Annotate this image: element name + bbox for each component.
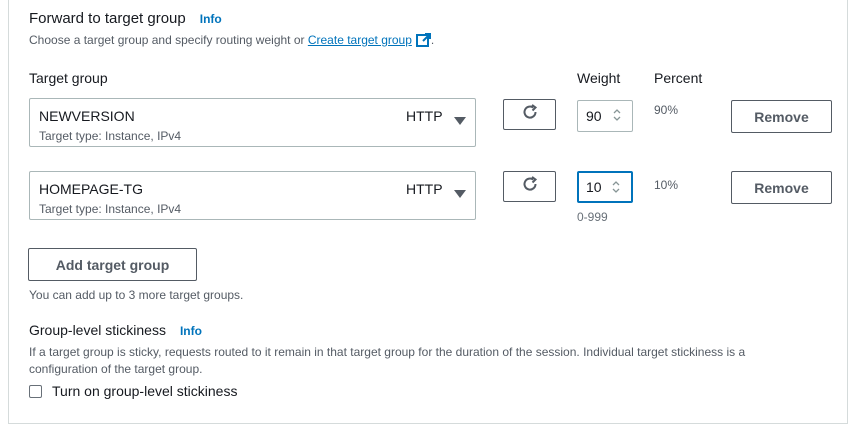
percent-value: 10%: [654, 178, 679, 192]
spinner-icon[interactable]: [611, 179, 621, 195]
target-group-select[interactable]: NEWVERSION Target type: Instance, IPv4 H…: [29, 98, 476, 147]
target-group-type: Target type: Instance, IPv4: [39, 202, 182, 216]
weight-input[interactable]: 90: [577, 100, 633, 132]
spinner-icon[interactable]: [612, 107, 622, 123]
column-target-group: Target group: [29, 70, 108, 86]
remove-button[interactable]: Remove: [731, 171, 832, 204]
target-group-name: HOMEPAGE-TG: [39, 181, 143, 197]
stickiness-info-link[interactable]: Info: [180, 324, 202, 338]
stickiness-title: Group-level stickiness: [29, 322, 166, 338]
forward-info-link[interactable]: Info: [200, 12, 222, 26]
create-target-group-link-label: Create target group: [307, 33, 412, 47]
weight-value: 10: [586, 179, 602, 195]
forward-description-text: Choose a target group and specify routin…: [29, 33, 308, 47]
caret-down-icon: [454, 117, 466, 125]
stickiness-checkbox-label[interactable]: Turn on group-level stickiness: [52, 383, 237, 399]
weight-input[interactable]: 10: [577, 171, 633, 203]
target-group-name: NEWVERSION: [39, 108, 135, 124]
stickiness-description-line1: If a target group is sticky, requests ro…: [29, 345, 746, 359]
forward-title: Forward to target group: [29, 10, 186, 27]
stickiness-header: Group-level stickiness Info: [29, 322, 202, 338]
refresh-button[interactable]: [503, 171, 556, 202]
weight-value: 90: [586, 108, 602, 124]
refresh-button[interactable]: [503, 99, 556, 130]
stickiness-description: If a target group is sticky, requests ro…: [29, 344, 834, 378]
refresh-icon: [521, 103, 539, 126]
add-target-group-button[interactable]: Add target group: [28, 248, 197, 281]
stickiness-checkbox[interactable]: [29, 385, 42, 398]
target-group-protocol: HTTP: [406, 108, 443, 124]
external-link-icon[interactable]: [415, 33, 431, 50]
target-group-protocol: HTTP: [406, 181, 443, 197]
stickiness-description-line2: configuration of the target group.: [29, 362, 203, 376]
weight-range-hint: 0-999: [577, 210, 608, 224]
forward-description-end: .: [430, 33, 435, 47]
forward-description: Choose a target group and specify routin…: [29, 33, 434, 50]
percent-value: 90%: [654, 103, 679, 117]
remove-button[interactable]: Remove: [731, 100, 832, 133]
column-percent: Percent: [654, 70, 703, 86]
column-weight: Weight: [577, 70, 621, 86]
refresh-icon: [521, 175, 539, 198]
create-target-group-link[interactable]: Create target group: [308, 33, 412, 47]
target-group-select[interactable]: HOMEPAGE-TG Target type: Instance, IPv4 …: [29, 171, 476, 220]
target-group-type: Target type: Instance, IPv4: [39, 129, 182, 143]
add-target-group-hint: You can add up to 3 more target groups.: [29, 288, 244, 302]
forward-section-header: Forward to target group Info: [29, 10, 222, 27]
caret-down-icon: [454, 190, 466, 198]
